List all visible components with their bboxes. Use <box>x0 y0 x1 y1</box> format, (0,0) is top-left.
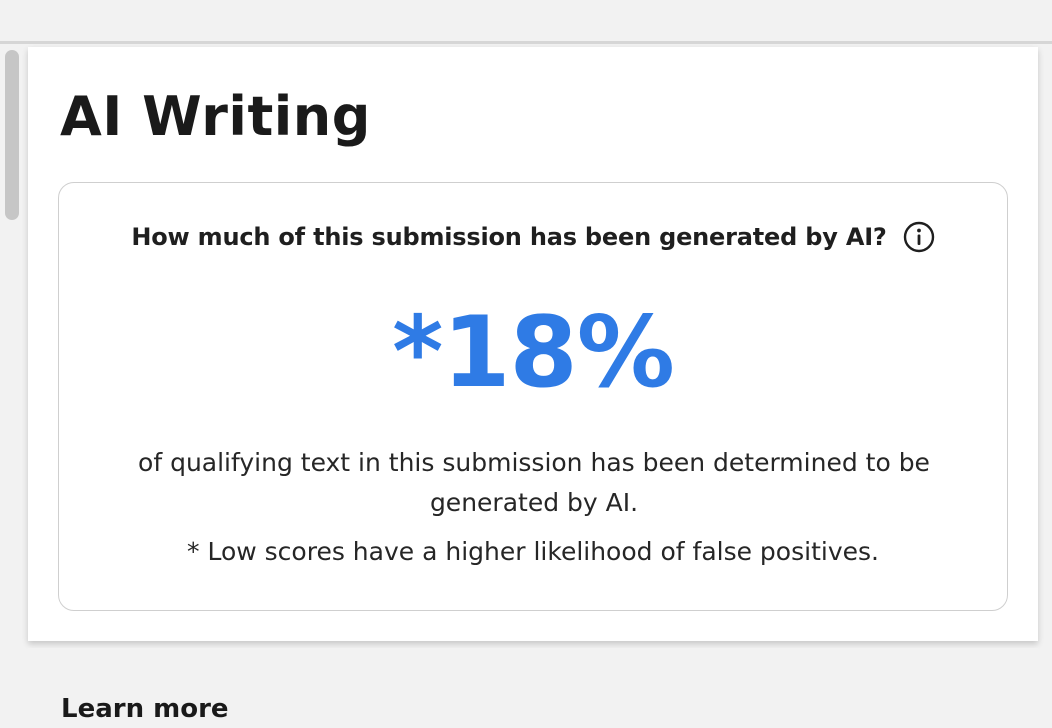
right-gutter <box>1038 47 1052 724</box>
scrollbar-thumb[interactable] <box>5 50 19 220</box>
learn-more-section: Learn more <box>28 648 1038 728</box>
ai-score-percentage: *18% <box>392 296 675 410</box>
false-positive-disclaimer: * Low scores have a higher likelihood of… <box>187 537 879 566</box>
question-text: How much of this submission has been gen… <box>131 223 887 251</box>
question-row: How much of this submission has been gen… <box>59 221 1007 253</box>
panel-title: AI Writing <box>60 85 371 148</box>
top-bar <box>0 0 1052 44</box>
ai-score-card: How much of this submission has been gen… <box>58 182 1008 611</box>
score-description: of qualifying text in this submission ha… <box>138 448 930 517</box>
ai-writing-panel: AI Writing How much of this submission h… <box>28 47 1038 641</box>
info-icon[interactable] <box>903 221 935 253</box>
learn-more-heading: Learn more <box>61 694 229 724</box>
